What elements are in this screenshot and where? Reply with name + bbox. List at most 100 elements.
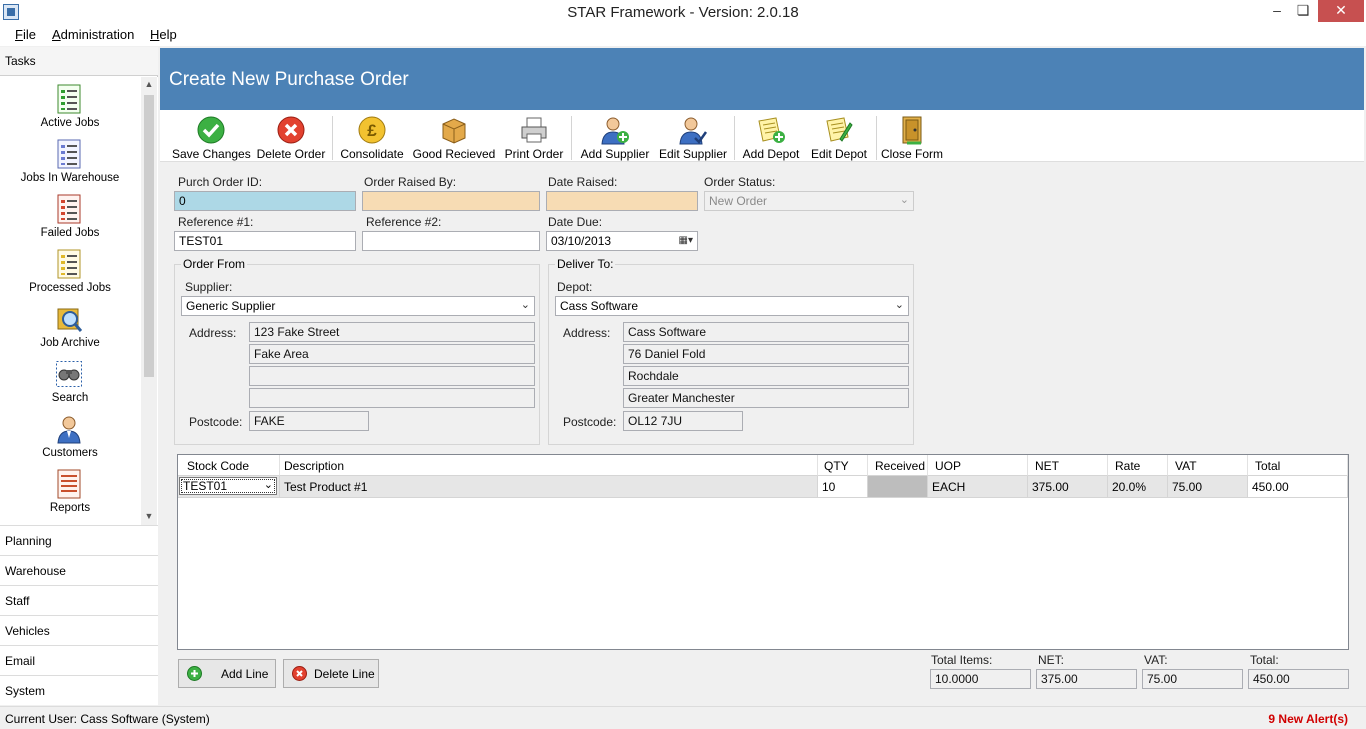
supplier-address-line3[interactable] <box>249 366 535 386</box>
task-failed-jobs[interactable]: Failed Jobs <box>0 190 140 245</box>
sidebar-category-system[interactable]: System <box>0 675 158 705</box>
depot-address-line2[interactable]: 76 Daniel Fold <box>623 344 909 364</box>
order-id-field[interactable]: 0 <box>174 191 356 211</box>
status-bar: Current User: Cass Software (System) 9 N… <box>0 706 1366 729</box>
chevron-down-icon: ⌄ <box>894 299 904 311</box>
sidebar-category-staff[interactable]: Staff <box>0 585 158 615</box>
supplier-label: Supplier: <box>185 280 233 294</box>
depot-select[interactable]: Cass Software ⌄ <box>555 296 909 316</box>
grand-total-field[interactable]: 450.00 <box>1248 669 1349 689</box>
column-header-received[interactable]: Received <box>868 455 928 476</box>
column-header-net[interactable]: NET <box>1028 455 1108 476</box>
task-label: Search <box>51 392 89 404</box>
sidebar-category-warehouse[interactable]: Warehouse <box>0 555 158 585</box>
toolbar-label: Add Supplier <box>580 147 650 161</box>
supplier-select[interactable]: Generic Supplier ⌄ <box>181 296 535 316</box>
reference2-label: Reference #2: <box>366 215 442 229</box>
delete-order-button[interactable]: Delete Order <box>254 113 328 161</box>
scroll-thumb[interactable] <box>144 95 154 377</box>
supplier-address-line1[interactable]: 123 Fake Street <box>249 322 535 342</box>
order-lines-grid[interactable]: Stock Code Description QTY Received UOP … <box>177 454 1349 650</box>
add-supplier-button[interactable]: Add Supplier <box>576 113 654 161</box>
table-cell-rate[interactable]: 20.0% <box>1108 476 1168 498</box>
close-form-button[interactable]: Close Form <box>880 113 944 161</box>
title-bar: STAR Framework - Version: 2.0.18 – ❏ ✕ <box>0 0 1366 24</box>
reference1-label: Reference #1: <box>178 215 254 229</box>
edit-depot-button[interactable]: Edit Depot <box>806 113 872 161</box>
sidebar-header-tasks[interactable]: Tasks <box>0 47 158 76</box>
raised-by-field[interactable] <box>362 191 540 211</box>
column-header-qty[interactable]: QTY <box>818 455 868 476</box>
save-changes-button[interactable]: Save Changes <box>172 113 251 161</box>
column-header-rate[interactable]: Rate <box>1108 455 1168 476</box>
task-active-jobs[interactable]: Active Jobs <box>0 80 140 135</box>
sidebar-category-planning[interactable]: Planning <box>0 525 158 555</box>
task-processed-jobs[interactable]: Processed Jobs <box>0 245 140 300</box>
svg-text:£: £ <box>367 121 377 140</box>
depot-address-line1[interactable]: Cass Software <box>623 322 909 342</box>
supplier-address-label: Address: <box>189 326 237 340</box>
delete-line-button[interactable]: Delete Line <box>283 659 379 688</box>
supplier-postcode-field[interactable]: FAKE <box>249 411 369 431</box>
table-cell-description[interactable]: Test Product #1 <box>280 476 818 498</box>
task-jobs-in-warehouse[interactable]: Jobs In Warehouse <box>0 135 140 190</box>
depot-address-line3[interactable]: Rochdale <box>623 366 909 386</box>
alerts-link[interactable]: 9 New Alert(s) <box>1250 712 1348 726</box>
close-window-button[interactable]: ✕ <box>1318 0 1364 22</box>
column-header-description[interactable]: Description <box>280 455 818 476</box>
menu-file[interactable]: File <box>15 27 36 42</box>
order-status-select[interactable]: New Order ⌄ <box>704 191 914 211</box>
date-raised-field[interactable] <box>546 191 698 211</box>
column-header-total[interactable]: Total <box>1248 455 1348 476</box>
print-order-button[interactable]: Print Order <box>502 113 566 161</box>
add-depot-button[interactable]: Add Depot <box>738 113 804 161</box>
box-icon <box>442 118 466 144</box>
sidebar-category-email[interactable]: Email <box>0 645 158 675</box>
add-line-label: Add Line <box>221 667 269 681</box>
good-recieved-button[interactable]: Good Recieved <box>412 113 496 161</box>
table-cell-total[interactable]: 450.00 <box>1248 476 1348 498</box>
window-title: STAR Framework - Version: 2.0.18 <box>567 4 799 21</box>
menu-administration[interactable]: Administration <box>52 27 134 42</box>
reference1-field[interactable]: TEST01 <box>174 231 356 251</box>
toolbar-label: Close Form <box>880 147 943 161</box>
scroll-down-icon[interactable]: ▼ <box>141 511 157 521</box>
total-net-field[interactable]: 375.00 <box>1036 669 1137 689</box>
table-cell-net[interactable]: 375.00 <box>1028 476 1108 498</box>
total-vat-field[interactable]: 75.00 <box>1142 669 1243 689</box>
consolidate-button[interactable]: £ Consolidate <box>338 113 406 161</box>
supplier-address-line2[interactable]: Fake Area <box>249 344 535 364</box>
column-header-stock-code[interactable]: Stock Code <box>178 455 280 476</box>
add-line-button[interactable]: Add Line <box>178 659 276 688</box>
reference2-field[interactable] <box>362 231 540 251</box>
table-cell-qty[interactable]: 10 <box>818 476 868 498</box>
calendar-icon[interactable]: ▦▾ <box>679 235 693 246</box>
total-items-field[interactable]: 10.0000 <box>930 669 1031 689</box>
depot-address-line4[interactable]: Greater Manchester <box>623 388 909 408</box>
minimize-button[interactable]: – <box>1264 0 1290 22</box>
depot-value: Cass Software <box>560 299 639 313</box>
menu-help[interactable]: Help <box>150 27 177 42</box>
sidebar-category-vehicles[interactable]: Vehicles <box>0 615 158 645</box>
task-job-archive[interactable]: Job Archive <box>0 300 140 355</box>
depot-postcode-field[interactable]: OL12 7JU <box>623 411 743 431</box>
table-cell-uop[interactable]: EACH <box>928 476 1028 498</box>
date-due-picker[interactable]: 03/10/2013 ▦▾ <box>546 231 698 251</box>
table-cell-received[interactable] <box>868 476 928 498</box>
table-cell-stock-code[interactable]: TEST01 ⌄ <box>178 476 280 498</box>
tasks-scrollbar[interactable]: ▲ ▼ <box>141 77 157 525</box>
scroll-up-icon[interactable]: ▲ <box>141 79 157 89</box>
table-cell-vat[interactable]: 75.00 <box>1168 476 1248 498</box>
order-status-value: New Order <box>709 194 768 208</box>
edit-person-icon <box>679 117 708 145</box>
task-customers[interactable]: Customers <box>0 410 140 465</box>
checkmark-icon <box>197 116 225 144</box>
column-header-vat[interactable]: VAT <box>1168 455 1248 476</box>
maximize-button[interactable]: ❏ <box>1290 0 1316 22</box>
toolbar-separator <box>734 116 735 160</box>
task-search[interactable]: Search <box>0 355 140 410</box>
task-reports[interactable]: Reports <box>0 465 140 520</box>
column-header-uop[interactable]: UOP <box>928 455 1028 476</box>
edit-supplier-button[interactable]: Edit Supplier <box>656 113 730 161</box>
supplier-address-line4[interactable] <box>249 388 535 408</box>
